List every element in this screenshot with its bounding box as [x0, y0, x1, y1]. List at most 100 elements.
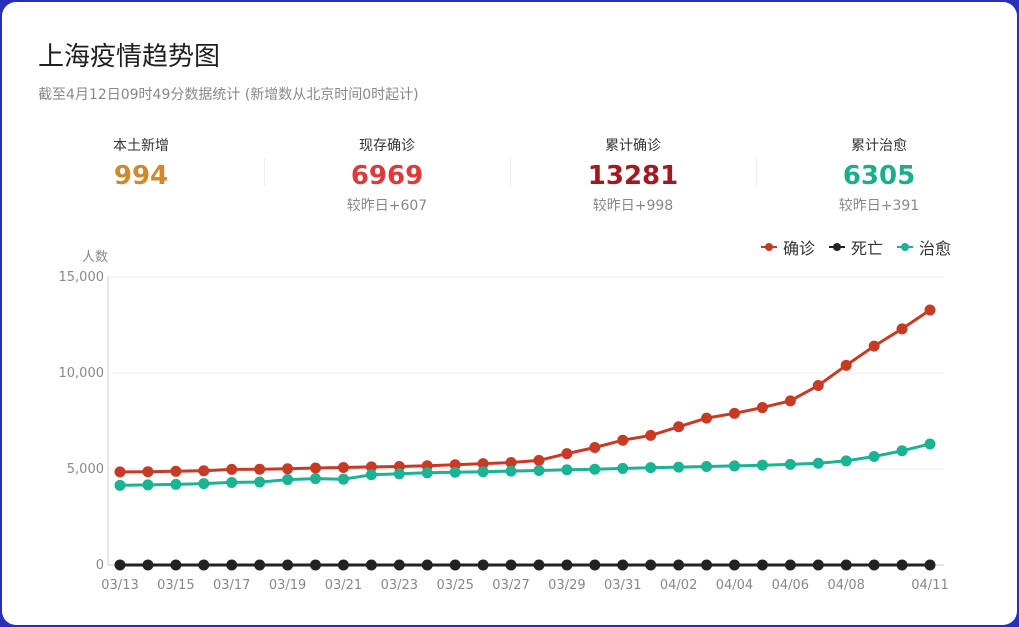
- data-point-1: [784, 559, 796, 571]
- series-line-0: [119, 308, 931, 474]
- x-tick-label: 03/19: [269, 578, 306, 593]
- y-tick-label: 15,000: [59, 270, 105, 285]
- data-point-2: [198, 478, 210, 490]
- data-point-1: [589, 559, 601, 571]
- data-point-0: [701, 412, 713, 424]
- data-point-2: [868, 451, 880, 463]
- data-point-2: [924, 438, 936, 450]
- data-point-2: [449, 466, 461, 478]
- y-tick-label: 5,000: [67, 462, 104, 477]
- y-axis-title: 人数: [82, 250, 108, 265]
- data-point-0: [170, 465, 182, 477]
- x-tick-label: 03/17: [213, 578, 250, 593]
- x-tick-label: 03/21: [325, 578, 362, 593]
- data-point-2: [337, 473, 349, 485]
- data-point-2: [477, 466, 489, 478]
- data-point-1: [756, 559, 768, 571]
- data-point-2: [561, 464, 573, 476]
- data-point-0: [142, 466, 154, 478]
- data-point-0: [673, 421, 685, 433]
- data-point-1: [310, 559, 322, 571]
- data-point-1: [170, 559, 182, 571]
- data-point-2: [282, 474, 294, 486]
- data-point-1: [477, 559, 489, 571]
- data-point-0: [617, 434, 629, 446]
- x-tick-label: 03/31: [604, 578, 641, 593]
- x-tick-label: 04/11: [911, 578, 948, 593]
- data-point-0: [645, 429, 657, 441]
- data-point-0: [896, 323, 908, 335]
- data-point-2: [673, 461, 685, 473]
- data-point-0: [337, 461, 349, 473]
- trend-line-chart: 人数 0 5,000 10,000 15,000 03/13 03/15 03/17 03/19…: [59, 250, 949, 593]
- trend-card: 上海疫情趋势图 截至4月12日09时49分数据统计 (新增数从北京时间0时起计)…: [2, 2, 1017, 625]
- series-line-2: [119, 442, 931, 487]
- data-point-2: [617, 462, 629, 474]
- data-point-2: [142, 479, 154, 491]
- data-point-2: [170, 478, 182, 490]
- y-tick-label: 0: [96, 558, 104, 573]
- data-point-0: [756, 402, 768, 414]
- data-point-1: [645, 559, 657, 571]
- data-point-2: [728, 460, 740, 472]
- x-tick-label: 04/02: [660, 578, 697, 593]
- data-point-1: [896, 559, 908, 571]
- data-point-0: [784, 395, 796, 407]
- data-point-2: [114, 479, 126, 491]
- data-point-2: [645, 462, 657, 474]
- data-point-0: [114, 466, 126, 478]
- data-point-1: [254, 559, 266, 571]
- data-point-1: [337, 559, 349, 571]
- data-point-1: [840, 559, 852, 571]
- data-point-0: [226, 463, 238, 475]
- data-point-1: [114, 559, 126, 571]
- data-point-0: [254, 463, 266, 475]
- data-point-1: [561, 559, 573, 571]
- data-point-2: [812, 457, 824, 469]
- data-point-1: [812, 559, 824, 571]
- data-point-2: [365, 469, 377, 481]
- data-point-0: [533, 454, 545, 466]
- data-point-1: [226, 559, 238, 571]
- data-point-2: [421, 467, 433, 479]
- data-point-2: [393, 468, 405, 480]
- data-point-0: [561, 448, 573, 460]
- x-tick-label: 04/06: [772, 578, 809, 593]
- data-point-2: [505, 465, 517, 477]
- data-point-0: [282, 463, 294, 475]
- data-point-0: [589, 441, 601, 453]
- data-point-0: [868, 340, 880, 352]
- x-tick-label: 03/23: [381, 578, 418, 593]
- x-tick-label: 03/15: [157, 578, 194, 593]
- data-point-2: [756, 459, 768, 471]
- data-point-1: [198, 559, 210, 571]
- data-point-2: [784, 458, 796, 470]
- y-tick-label: 10,000: [59, 366, 105, 381]
- data-point-1: [365, 559, 377, 571]
- x-tick-label: 03/25: [436, 578, 473, 593]
- data-point-0: [924, 304, 936, 316]
- data-point-0: [310, 462, 322, 474]
- data-point-2: [840, 455, 852, 467]
- data-point-1: [282, 559, 294, 571]
- data-point-1: [701, 559, 713, 571]
- data-point-1: [449, 559, 461, 571]
- data-point-2: [896, 445, 908, 457]
- x-tick-label: 04/08: [827, 578, 864, 593]
- data-point-2: [701, 461, 713, 473]
- data-point-0: [812, 379, 824, 391]
- data-point-1: [533, 559, 545, 571]
- x-tick-label: 03/29: [548, 578, 585, 593]
- data-point-1: [924, 559, 936, 571]
- data-point-2: [254, 476, 266, 488]
- data-point-1: [142, 559, 154, 571]
- data-point-1: [505, 559, 517, 571]
- data-point-0: [198, 465, 210, 477]
- data-point-2: [310, 473, 322, 485]
- x-tick-label: 03/27: [492, 578, 529, 593]
- data-point-1: [393, 559, 405, 571]
- data-point-1: [728, 559, 740, 571]
- x-tick-label: 03/13: [101, 578, 138, 593]
- data-point-0: [728, 407, 740, 419]
- data-point-1: [868, 559, 880, 571]
